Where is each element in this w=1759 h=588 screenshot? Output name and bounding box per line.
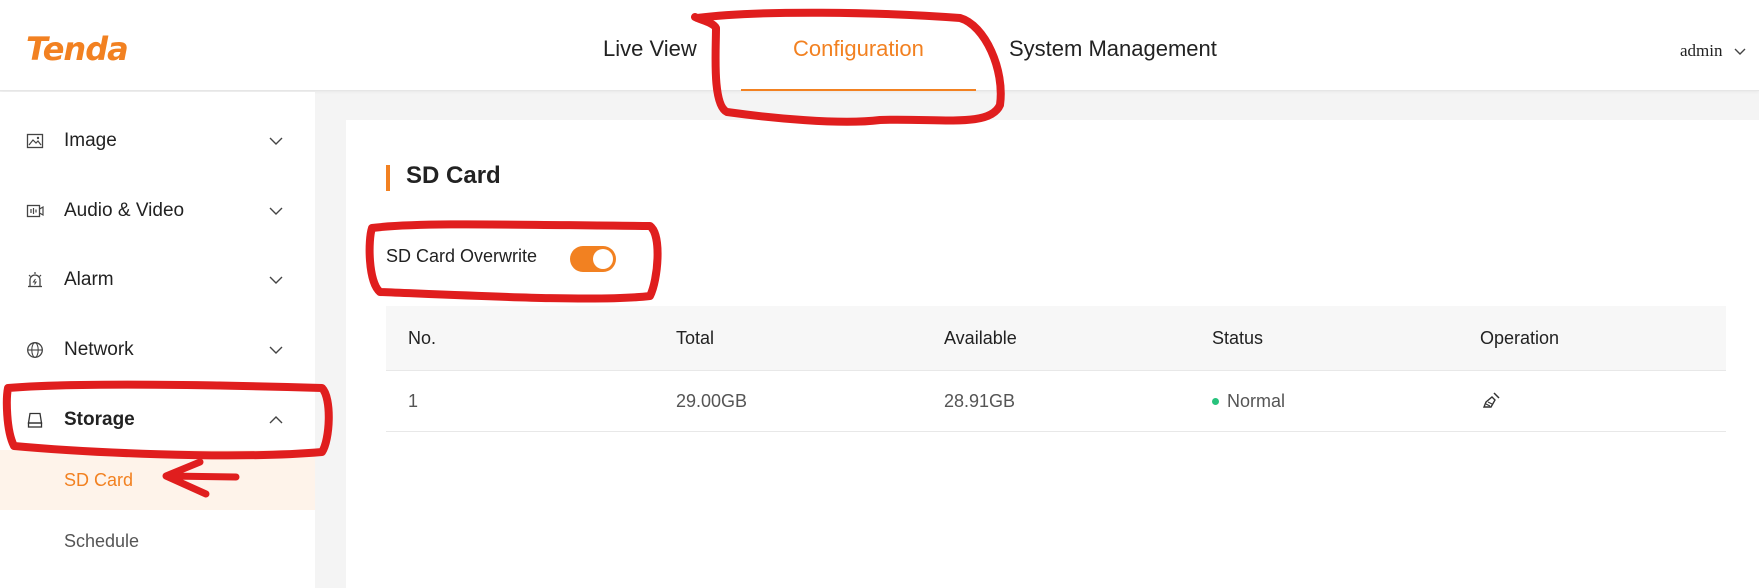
sidebar-item-label: Storage (64, 409, 135, 430)
username: admin (1680, 41, 1723, 60)
sidebar-subitem-label: Schedule (64, 530, 140, 551)
sidebar-subitem-label: SD Card (64, 469, 134, 490)
sd-card-overwrite-toggle[interactable] (570, 246, 616, 272)
sidebar-item-network[interactable]: Network (0, 324, 315, 376)
main-panel: SD Card SD Card Overwrite No. Total Avai… (346, 120, 1759, 588)
status-dot (1212, 397, 1219, 405)
storage-icon (27, 412, 43, 428)
sd-card-overwrite-label: SD Card Overwrite (386, 246, 538, 266)
toggle-knob (593, 249, 613, 269)
format-brush-icon[interactable] (1480, 390, 1502, 412)
sidebar-item-label: Image (64, 130, 117, 151)
chevron-up-icon (269, 416, 283, 424)
page-title: SD Card (406, 162, 501, 189)
chevron-down-icon (269, 207, 283, 215)
chevron-down-icon (269, 276, 283, 284)
user-menu[interactable]: admin (1680, 41, 1747, 61)
cell-total: 29.00GB (676, 390, 748, 411)
sidebar-item-image[interactable]: Image (0, 115, 315, 167)
sidebar-item-alarm[interactable]: Alarm (0, 254, 315, 306)
status-text: Normal (1227, 390, 1286, 411)
tab-system-management[interactable]: System Management (1009, 36, 1217, 91)
table-row: 1 29.00GB 28.91GB Normal (386, 371, 1726, 432)
audio-video-icon (26, 204, 44, 218)
cell-available: 28.91GB (944, 390, 1016, 411)
column-header-status: Status (1212, 327, 1264, 348)
sidebar: Image Audio & Video Alarm Network Storag… (0, 92, 315, 588)
chevron-down-icon (1734, 48, 1745, 55)
chevron-down-icon (269, 346, 283, 354)
alarm-icon (28, 272, 42, 288)
sidebar-subitem-schedule[interactable]: Schedule (0, 511, 315, 571)
cell-no: 1 (408, 390, 419, 411)
tab-live-view-label: Live View (603, 36, 697, 61)
cell-status: Normal (1212, 371, 1285, 431)
cell-operation (1480, 371, 1502, 431)
sidebar-item-label: Network (64, 339, 134, 360)
sd-card-table: No. Total Available Status Operation 1 2… (386, 306, 1726, 432)
tab-system-management-label: System Management (1009, 36, 1217, 61)
table-header: No. Total Available Status Operation (386, 306, 1726, 371)
active-tab-underline (741, 89, 976, 91)
globe-icon (27, 342, 43, 358)
title-accent-bar (386, 165, 390, 191)
sidebar-item-audio-video[interactable]: Audio & Video (0, 185, 315, 237)
top-header: Tenda Live View Configuration System Man… (0, 0, 1759, 91)
sidebar-item-label: Alarm (64, 269, 114, 290)
tab-live-view[interactable]: Live View (603, 36, 697, 91)
tenda-logo: Tenda (26, 30, 129, 68)
sidebar-item-storage[interactable]: Storage (0, 394, 315, 446)
image-icon (26, 133, 44, 149)
column-header-operation: Operation (1480, 327, 1560, 348)
column-header-total: Total (676, 327, 715, 348)
chevron-down-icon (269, 137, 283, 145)
column-header-available: Available (944, 327, 1017, 348)
tab-configuration-label: Configuration (793, 36, 924, 61)
sidebar-subitem-sd-card[interactable]: SD Card (0, 450, 315, 510)
column-header-no: No. (408, 327, 437, 348)
sidebar-item-label: Audio & Video (64, 200, 185, 221)
tab-configuration[interactable]: Configuration (741, 36, 976, 91)
